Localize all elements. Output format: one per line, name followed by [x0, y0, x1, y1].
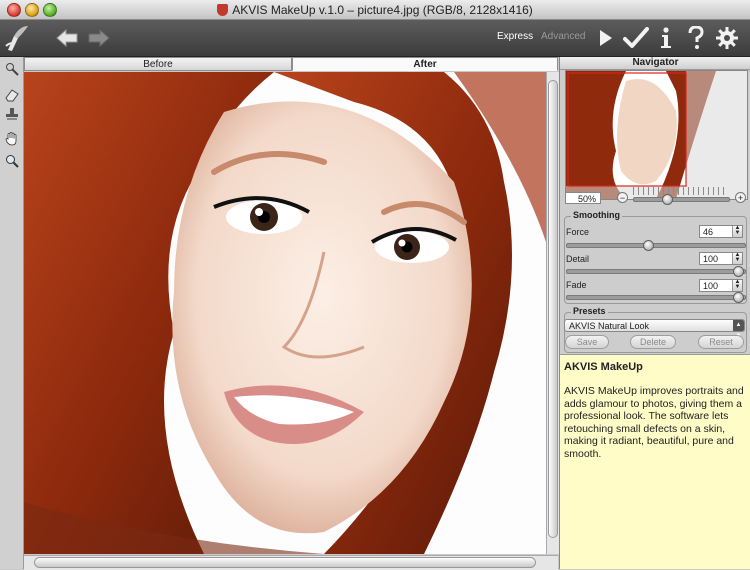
tool-strip	[0, 57, 24, 569]
title-bar: AKVIS MakeUp v.1.0 – picture4.jpg (RGB/8…	[0, 0, 750, 20]
zoom-out-icon[interactable]: −	[617, 192, 628, 203]
advanced-mode-button[interactable]: Advanced	[541, 31, 585, 42]
redo-arrow-icon[interactable]	[86, 20, 112, 56]
detail-value-field[interactable]: 100 ▲ ▼	[699, 252, 743, 265]
help-panel: AKVIS MakeUp AKVIS MakeUp improves portr…	[560, 354, 750, 569]
image-canvas[interactable]	[24, 72, 546, 554]
vertical-scroll-thumb[interactable]	[548, 80, 558, 538]
reset-preset-button[interactable]: Reset	[698, 335, 744, 349]
zoom-slider-knob[interactable]	[662, 194, 674, 205]
zoom-tool-icon[interactable]	[3, 152, 20, 169]
vertical-scrollbar[interactable]	[546, 72, 559, 554]
presets-title: Presets	[571, 306, 608, 316]
horizontal-scroll-thumb[interactable]	[34, 557, 536, 568]
settings-panel: Navigator 50% − + Smoothing Force 46 ▲ ▼ D…	[559, 57, 750, 569]
fade-slider-knob[interactable]	[733, 292, 744, 303]
run-play-icon[interactable]	[596, 20, 616, 56]
force-value-field[interactable]: 46 ▲ ▼	[699, 225, 743, 238]
save-preset-button[interactable]: Save	[565, 335, 609, 349]
force-slider-knob[interactable]	[642, 240, 654, 251]
dropdown-arrow-icon: ▲▼	[733, 320, 744, 339]
smoothing-title: Smoothing	[571, 210, 622, 220]
force-stepper-icon[interactable]: ▲ ▼	[732, 225, 742, 237]
smooth-brush-tool-icon[interactable]	[3, 60, 20, 77]
delete-preset-button[interactable]: Delete	[630, 335, 676, 349]
express-mode-button[interactable]: Express	[497, 31, 533, 42]
undo-arrow-icon[interactable]	[54, 20, 80, 56]
tab-after[interactable]: After	[292, 57, 558, 71]
navigator-title: Navigator	[560, 57, 750, 70]
fade-value-field[interactable]: 100 ▲ ▼	[699, 279, 743, 292]
view-tabs: Before After	[24, 57, 558, 71]
force-label: Force	[566, 227, 590, 237]
navigator-preview[interactable]	[565, 70, 748, 200]
zoom-slider-track[interactable]	[633, 197, 730, 202]
stamp-tool-icon[interactable]	[3, 105, 20, 122]
zoom-in-icon[interactable]: +	[735, 192, 746, 203]
apply-checkmark-icon[interactable]	[622, 20, 650, 56]
main-toolbar: Express Advanced	[0, 20, 750, 57]
detail-stepper-icon[interactable]: ▲ ▼	[732, 252, 742, 264]
settings-gear-icon[interactable]	[714, 20, 740, 56]
zoom-percent-field[interactable]: 50%	[565, 192, 601, 204]
brush-logo-icon	[2, 20, 32, 56]
navigator-thumbnail	[566, 71, 747, 199]
hand-tool-icon[interactable]	[3, 130, 20, 147]
detail-label: Detail	[566, 254, 590, 264]
detail-slider-track[interactable]	[566, 269, 746, 274]
help-text: AKVIS MakeUp improves portraits and adds…	[564, 385, 744, 460]
fade-stepper-icon[interactable]: ▲ ▼	[732, 279, 742, 291]
detail-slider-knob[interactable]	[733, 266, 744, 277]
window-title: AKVIS MakeUp v.1.0 – picture4.jpg (RGB/8…	[0, 3, 750, 17]
info-icon[interactable]	[656, 20, 676, 56]
help-question-icon[interactable]	[684, 20, 708, 56]
help-heading: AKVIS MakeUp	[564, 361, 643, 373]
preset-dropdown[interactable]: AKVIS Natural Look▲▼	[564, 319, 745, 339]
akvis-logo-icon	[217, 4, 229, 16]
force-slider-track[interactable]	[566, 243, 746, 248]
portrait-photo	[24, 72, 546, 554]
fade-slider-track[interactable]	[566, 295, 746, 300]
fade-label: Fade	[566, 280, 587, 290]
zoom-slider-ticks	[633, 187, 728, 195]
horizontal-scrollbar[interactable]	[24, 555, 558, 570]
tab-before[interactable]: Before	[24, 57, 292, 71]
eraser-tool-icon[interactable]	[3, 86, 20, 103]
